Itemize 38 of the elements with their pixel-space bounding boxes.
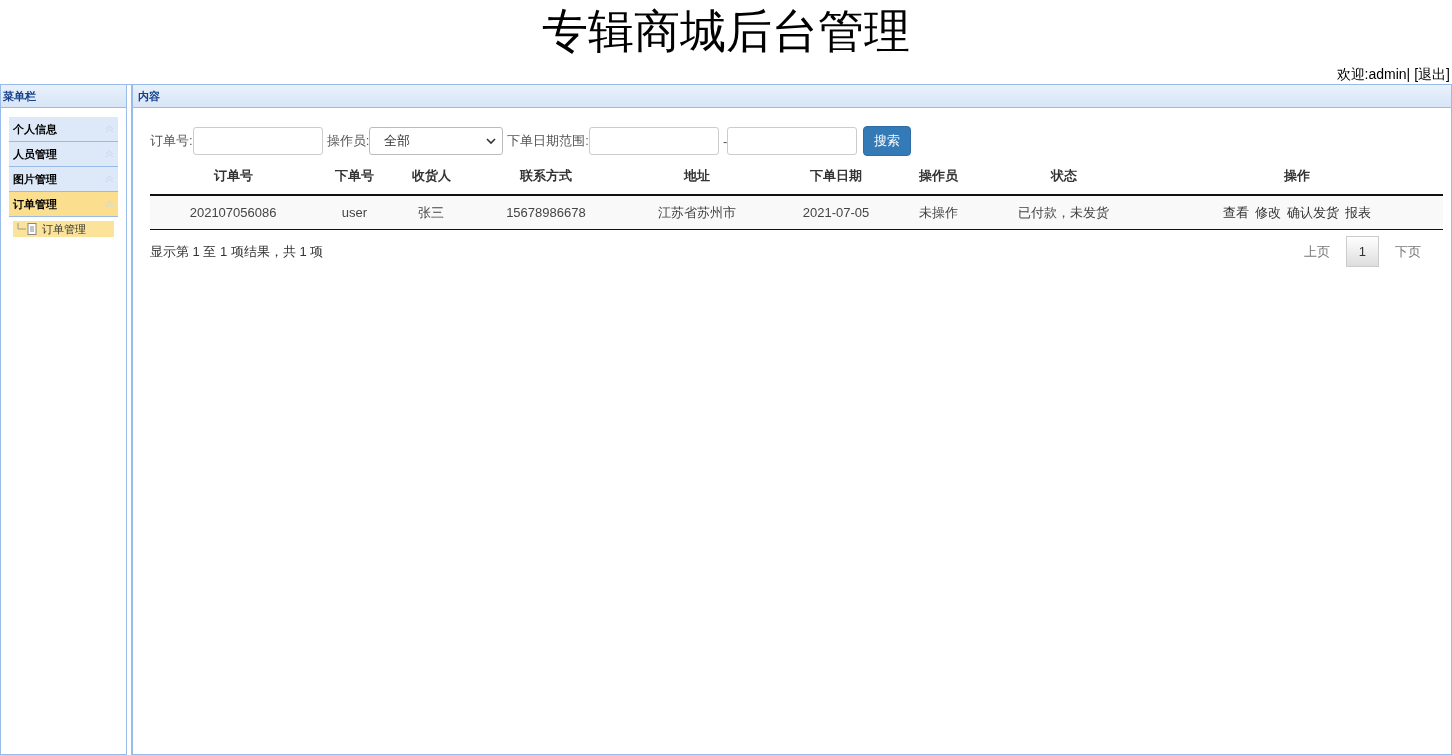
sidebar-title: 菜单栏 [3, 88, 36, 104]
start-date-field[interactable] [588, 127, 719, 155]
menu-item[interactable]: 人员管理 [9, 142, 118, 167]
prev-page-link[interactable]: 上页 [1303, 242, 1330, 261]
welcome-text: 欢迎:admin| [1336, 66, 1411, 82]
page-title: 专辑商城后台管理 [541, 4, 911, 58]
search-button[interactable]: 搜索 [863, 126, 912, 156]
operator-select[interactable]: 全部 [369, 127, 504, 155]
tree-doc-icon [17, 223, 39, 235]
action-link[interactable]: 确认发货 [1286, 204, 1339, 220]
table-cell: 2021-07-05 [771, 195, 901, 230]
filter-label: 操作员: [326, 132, 370, 150]
table-cell: 张三 [392, 195, 470, 230]
table-cell: 未操作 [900, 195, 977, 230]
end-date-field[interactable] [727, 127, 858, 155]
table-cell: 江苏省苏州市 [622, 195, 772, 230]
content-title: 内容 [138, 88, 160, 104]
next-page-link[interactable]: 下页 [1395, 242, 1421, 261]
logout-link[interactable]: [退出] [1414, 66, 1450, 82]
filter-label: 订单号: [150, 132, 193, 150]
submenu-item[interactable]: 订单管理 [13, 221, 114, 237]
action-link[interactable]: 查看 [1222, 204, 1249, 220]
menu-item[interactable]: 订单管理 [9, 192, 118, 217]
action-link[interactable]: 修改 [1254, 204, 1281, 220]
table-cell: 15678986678 [469, 195, 623, 230]
chevron-down-icon [486, 137, 497, 145]
filter-label: 下单日期范围: [507, 132, 589, 150]
menu-item[interactable]: 图片管理 [9, 167, 118, 192]
table-cell: 202107056086 [150, 195, 317, 230]
action-link[interactable]: 报表 [1344, 204, 1371, 220]
range-separator: - [722, 133, 728, 149]
table-cell: 已付款，未发货 [976, 195, 1151, 230]
menu-item[interactable]: 个人信息 [9, 117, 118, 142]
order-number-field[interactable] [192, 127, 323, 155]
result-summary: 显示第 1 至 1 项结果，共 1 项 [150, 242, 324, 261]
table-cell: user [316, 195, 393, 230]
collapse-icon [105, 200, 114, 208]
page-button[interactable]: 1 [1345, 236, 1379, 267]
